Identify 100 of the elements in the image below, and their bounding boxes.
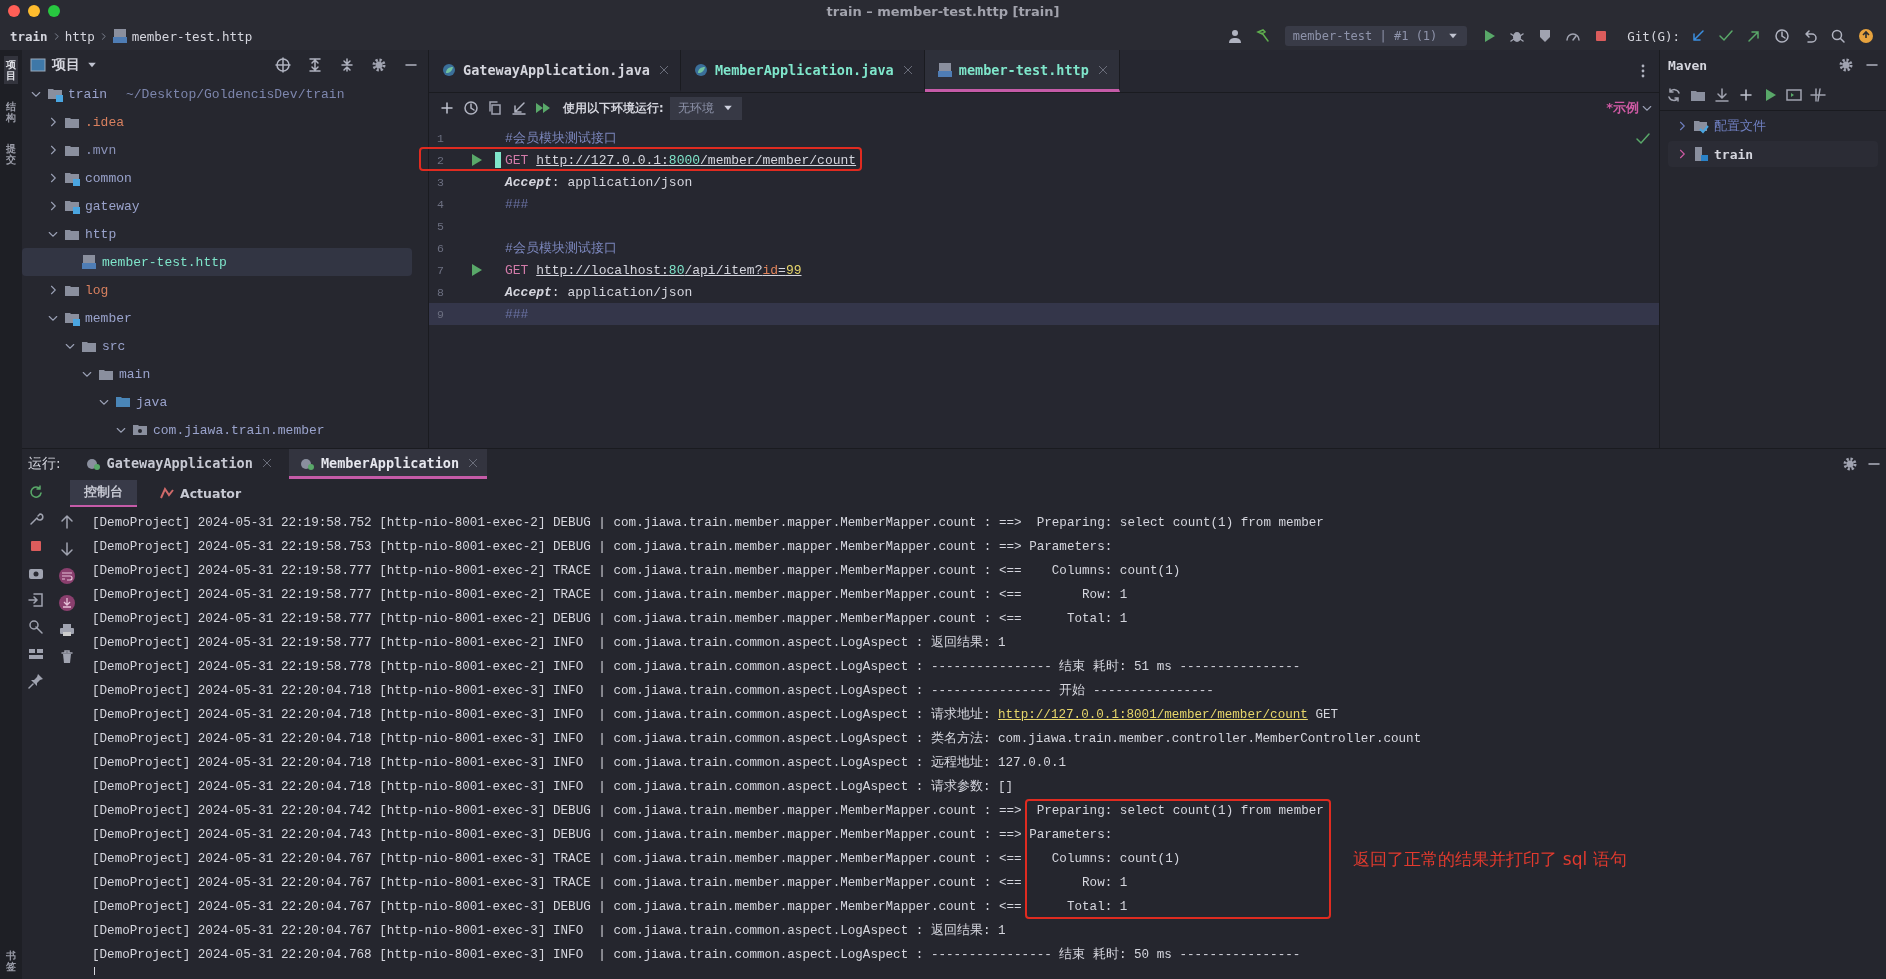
log-message: 请求地址: — [930, 708, 991, 722]
log-message: 类名方法: com.jiawa.train.member.controller.MemberController.count — [930, 732, 1422, 746]
project-path: ~/Desktop/GoldencisDev/train — [126, 86, 345, 102]
tool-window-button[interactable]: 项目 — [4, 56, 18, 84]
api-file-icon — [111, 28, 128, 44]
breadcrumb-item[interactable]: member-test.http — [131, 28, 253, 44]
log-message: Row: 1 — [1081, 876, 1128, 890]
log-source: [DemoProject] 2024-05-31 22:20:04.768 [http-nio-8001-exec-3] INFO | com.jiawa.train.common.aspect.LogAspect : — [92, 948, 924, 962]
tree-item-label: java — [136, 394, 168, 410]
editor-tab[interactable]: MemberApplication.java — [680, 50, 925, 92]
tree-item-label: main — [119, 366, 151, 382]
log-message: Columns: count(1) — [1050, 564, 1181, 578]
close-tab-icon[interactable] — [659, 65, 668, 74]
close-tab-icon[interactable] — [1098, 65, 1107, 74]
tree-item-label: train — [68, 86, 107, 102]
module-folder-icon — [47, 86, 63, 102]
editor-tab[interactable]: member-test.http — [924, 50, 1120, 92]
log-source: [DemoProject] 2024-05-31 22:20:04.718 [http-nio-8001-exec-3] INFO | com.jiawa.train.common.aspect.LogAspect : — [92, 756, 924, 770]
tree-item[interactable]: http — [22, 220, 412, 248]
class-icon — [441, 61, 457, 78]
log-message: Preparing: select count(1) from member — [1035, 516, 1324, 530]
code-separator: ### — [505, 306, 529, 322]
settings-icon[interactable] — [1842, 456, 1858, 472]
code-comment: #会员模块测试接口 — [505, 130, 617, 147]
tree-item[interactable]: .mvn — [22, 136, 412, 164]
maven-tree-item[interactable]: train — [1668, 141, 1878, 167]
settings-icon[interactable] — [1838, 57, 1854, 73]
log-message: ---------------- 开始 ---------------- — [930, 684, 1214, 698]
locate-icon[interactable] — [272, 54, 294, 76]
panel-icon — [30, 57, 46, 73]
tree-item[interactable]: member — [22, 304, 412, 332]
log-source: [DemoProject] 2024-05-31 22:19:58.777 [http-nio-8001-exec-2] DEBUG | com.jiawa.train.member.mapper.MemberMapper.count : <== — [92, 612, 1022, 626]
module-folder-icon — [64, 310, 80, 326]
log-message: ---------------- 结束 耗时: 50 ms ---------------- — [930, 948, 1301, 962]
line-number: 6 — [436, 241, 445, 255]
log-source: [DemoProject] 2024-05-31 22:20:04.767 [http-nio-8001-exec-3] TRACE | com.jiawa.train.member.mapper.MemberMapper.count : <== — [92, 852, 1022, 866]
panel-title[interactable]: 项目 — [52, 56, 80, 74]
tool-window-button[interactable]: 提交 — [4, 140, 18, 168]
tool-window-button[interactable]: 书签 — [4, 947, 18, 975]
tree-item[interactable]: gateway — [22, 192, 412, 220]
git-label: Git(G): — [1627, 28, 1680, 44]
run-tab[interactable]: GatewayApplication — [74, 449, 281, 479]
actuator-icon — [159, 485, 175, 501]
tree-item[interactable]: log — [22, 276, 412, 304]
close-window-button[interactable] — [8, 5, 20, 17]
log-source: [DemoProject] 2024-05-31 22:19:58.778 [http-nio-8001-exec-2] INFO | com.jiawa.train.common.aspect.LogAspect : — [92, 660, 924, 674]
tree-item[interactable]: member-test.http — [22, 248, 412, 276]
tree-item[interactable]: main — [22, 360, 412, 388]
maven-tree-item[interactable]: 配置文件 — [1668, 113, 1878, 139]
module-folder-icon — [64, 170, 80, 186]
log-source: [DemoProject] 2024-05-31 22:20:04.718 [http-nio-8001-exec-3] INFO | com.jiawa.train.common.aspect.LogAspect : — [92, 780, 924, 794]
tree-item[interactable]: train ~/Desktop/GoldencisDev/train — [22, 80, 412, 108]
scroll-to-end-icon[interactable] — [56, 592, 78, 614]
tree-item[interactable]: common — [22, 164, 412, 192]
tree-item[interactable]: com.jiawa.train.member — [22, 416, 412, 444]
line-number: 9 — [436, 307, 445, 321]
console-tab[interactable]: Actuator — [145, 481, 256, 505]
log-message: Total: 1 — [1065, 612, 1128, 626]
panel-title: Maven — [1668, 57, 1708, 73]
minimize-window-button[interactable] — [28, 5, 40, 17]
tree-item[interactable]: java — [22, 388, 412, 416]
tree-item-label: common — [85, 170, 132, 186]
examples-link[interactable]: *示例 — [1606, 99, 1639, 117]
editor-tab[interactable]: GatewayApplication.java — [429, 50, 681, 92]
log-source: [DemoProject] 2024-05-31 22:19:58.777 [http-nio-8001-exec-2] INFO | com.jiawa.train.common.aspect.LogAspect : — [92, 636, 924, 650]
log-source: [DemoProject] 2024-05-31 22:20:04.767 [http-nio-8001-exec-3] DEBUG | com.jiawa.train.member.mapper.MemberMapper.count : <== — [92, 900, 1022, 914]
run-label: 运行: — [28, 455, 61, 473]
log-message: ---------------- 结束 耗时: 51 ms ---------------- — [930, 660, 1301, 674]
breadcrumb-item[interactable]: http — [64, 28, 95, 44]
log-message: Row: 1 — [1081, 588, 1128, 602]
line-number: 8 — [436, 285, 445, 299]
close-tab-icon[interactable] — [262, 458, 271, 467]
env-dropdown[interactable]: 无环境 — [669, 96, 742, 120]
log-message: Columns: count(1) — [1050, 852, 1181, 866]
tree-item-label: log — [85, 282, 109, 298]
line-number: 1 — [436, 131, 445, 145]
tree-item[interactable]: src — [22, 332, 412, 360]
breadcrumb-item[interactable]: train — [10, 28, 48, 44]
run-tab[interactable]: MemberApplication — [288, 449, 488, 479]
zoom-window-button[interactable] — [48, 5, 60, 17]
log-source: [DemoProject] 2024-05-31 22:20:04.767 [http-nio-8001-exec-3] TRACE | com.jiawa.train.member.mapper.MemberMapper.count : <== — [92, 876, 1022, 890]
tool-window-button[interactable]: 结构 — [4, 98, 18, 126]
soft-wrap-icon[interactable] — [56, 565, 78, 587]
log-message: Preparing: select count(1) from member — [1035, 804, 1324, 818]
log-source: [DemoProject] 2024-05-31 22:20:04.742 [http-nio-8001-exec-3] DEBUG | com.jiawa.train.member.mapper.MemberMapper.count : ==> — [92, 804, 1022, 818]
log-message: 返回结果: 1 — [930, 636, 1006, 650]
log-link[interactable]: http://127.0.0.1:8001/member/member/count — [998, 708, 1308, 722]
console-tab[interactable]: 控制台 — [70, 479, 137, 507]
run-config-dropdown[interactable]: member-test | #1 (1) — [1284, 26, 1468, 46]
profiles-folder-icon — [1693, 118, 1709, 134]
tree-item[interactable]: .idea — [22, 108, 412, 136]
close-tab-icon[interactable] — [469, 458, 478, 467]
log-source: [DemoProject] 2024-05-31 22:20:04.718 [http-nio-8001-exec-3] INFO | com.jiawa.train.common.aspect.LogAspect : — [92, 708, 924, 722]
code-comment: #会员模块测试接口 — [505, 240, 617, 257]
log-message: Parameters: — [1029, 828, 1113, 842]
log-source: [DemoProject] 2024-05-31 22:20:04.718 [http-nio-8001-exec-3] INFO | com.jiawa.train.common.aspect.LogAspect : — [92, 684, 924, 698]
tree-item-label: com.jiawa.train.member — [153, 422, 325, 438]
line-number: 5 — [436, 219, 445, 233]
close-tab-icon[interactable] — [903, 65, 912, 74]
tree-item-label: member-test.http — [102, 254, 227, 270]
